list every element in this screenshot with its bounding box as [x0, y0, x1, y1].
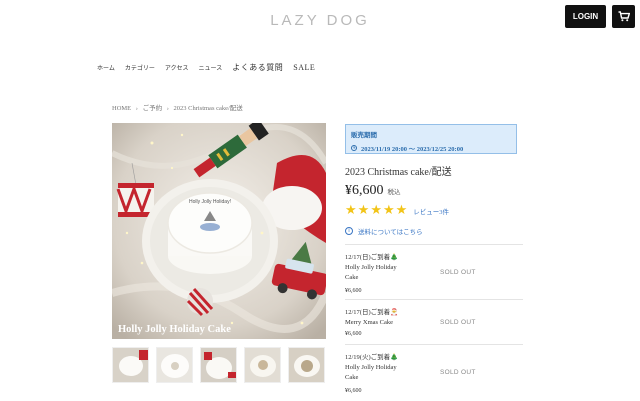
variant-price: ¥6,600 — [345, 288, 362, 294]
breadcrumb-home[interactable]: HOME — [112, 105, 131, 112]
sale-period-title: 販売期間 — [351, 132, 377, 139]
star-icon: ★ — [382, 203, 395, 218]
main-nav: ホーム カテゴリー アクセス ニュース よくある質問 SALE — [97, 62, 325, 72]
cake-text: Holly Jolly Holiday! — [189, 199, 231, 205]
variant-date: 12/17(日)ご到着🎄 — [345, 254, 399, 261]
breadcrumb-reservation[interactable]: ご予約 — [143, 105, 163, 112]
product-title: 2023 Christmas cake/配送 — [345, 167, 452, 178]
clock-icon — [351, 145, 357, 151]
breadcrumb-current: 2023 Christmas cake/配送 — [173, 105, 243, 112]
nav-item-category[interactable]: カテゴリー — [125, 63, 155, 72]
tax-label: 税込 — [387, 189, 401, 196]
sold-out-label: SOLD OUT — [440, 269, 476, 276]
info-icon: i — [345, 227, 353, 235]
variant-date: 12/19(火)ご到着🎄 — [345, 354, 399, 361]
product-price-row: ¥6,600 税込 — [345, 183, 401, 199]
star-icon: ★ — [370, 203, 382, 218]
variant-name: Holly Jolly Holiday Cake — [345, 264, 397, 281]
nav-item-access[interactable]: アクセス — [165, 63, 189, 72]
nav-item-home[interactable]: ホーム — [97, 63, 115, 72]
product-price: ¥6,600 — [345, 183, 384, 198]
login-button[interactable]: LOGIN — [565, 5, 606, 28]
variant-name: Holly Jolly Holiday Cake — [345, 364, 397, 381]
breadcrumb: HOME › ご予約 › 2023 Christmas cake/配送 — [112, 102, 246, 112]
variant-list: 12/17(日)ご到着🎄 Holly Jolly Holiday Cake ¥6… — [345, 244, 523, 400]
review-link[interactable]: レビュー3件 — [413, 206, 449, 216]
thumbnail-strip — [112, 347, 332, 383]
variant-date: 12/17(日)ご到着🎅 — [345, 309, 399, 316]
nav-item-faq[interactable]: よくある質問 — [232, 62, 283, 73]
shipping-link[interactable]: 送料についてはこちら — [358, 226, 423, 236]
shipping-info[interactable]: i 送料についてはこちら — [345, 226, 423, 236]
star-icon: ★ — [395, 203, 408, 218]
variant-price: ¥6,600 — [345, 331, 362, 337]
cart-icon — [618, 11, 630, 22]
sold-out-label: SOLD OUT — [440, 319, 476, 326]
variant-row: 12/17(日)ご到着🎅 Merry Xmas Cake ¥6,600 SOLD… — [345, 299, 523, 344]
product-main-image[interactable]: Holly Jolly Holiday! Holly Jolly Holiday… — [112, 123, 326, 339]
star-icon: ★ — [357, 203, 370, 218]
sale-period-dates: 2023/11/19 20:00 〜 2023/12/25 20:00 — [361, 146, 464, 153]
sale-period-box: 販売期間 2023/11/19 20:00 〜 2023/12/25 20:00 — [345, 124, 517, 154]
thumbnail-3[interactable] — [200, 347, 237, 383]
rating-row: ★ ★ ★ ★ ★ レビュー3件 — [345, 204, 449, 217]
login-label: LOGIN — [572, 12, 599, 21]
thumbnail-5[interactable] — [288, 347, 325, 383]
variant-row: 12/19(火)ご到着🎄 Holly Jolly Holiday Cake ¥6… — [345, 344, 523, 400]
thumbnail-1[interactable] — [112, 347, 149, 383]
variant-price: ¥6,600 — [345, 388, 362, 394]
site-logo[interactable]: LAZY DOG — [0, 12, 640, 29]
thumbnail-2[interactable] — [156, 347, 193, 383]
star-icon: ★ — [345, 203, 357, 218]
nav-item-news[interactable]: ニュース — [199, 63, 223, 72]
sold-out-label: SOLD OUT — [440, 369, 476, 376]
image-caption: Holly Jolly Holiday Cake — [118, 324, 231, 335]
variant-name: Merry Xmas Cake — [345, 319, 394, 326]
cart-button[interactable] — [612, 5, 635, 28]
variant-row: 12/17(日)ご到着🎄 Holly Jolly Holiday Cake ¥6… — [345, 244, 523, 299]
breadcrumb-separator: › — [135, 105, 138, 112]
breadcrumb-separator: › — [166, 105, 169, 112]
sale-period-row: 2023/11/19 20:00 〜 2023/12/25 20:00 — [351, 143, 511, 153]
thumbnail-4[interactable] — [244, 347, 281, 383]
nav-item-sale[interactable]: SALE — [293, 63, 315, 72]
